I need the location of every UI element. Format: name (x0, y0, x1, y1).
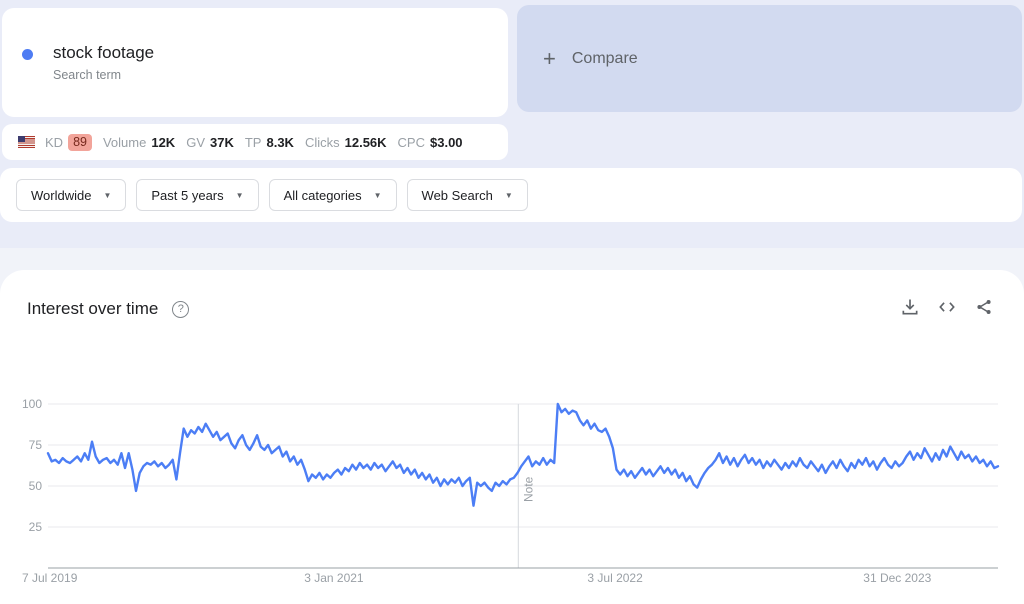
filter-dropdown-web-search[interactable]: Web Search ▼ (406, 179, 528, 211)
chart-actions (900, 297, 994, 317)
download-icon[interactable] (900, 297, 920, 317)
chart-title: Interest over time (27, 299, 159, 318)
interest-line-chart[interactable]: 25 50 75 100 Note 7 Jul 2019 3 Jan 2021 3 Jul 2… (0, 390, 1024, 604)
search-term-card[interactable]: stock footage Search term (2, 8, 508, 117)
plus-icon: + (543, 45, 556, 71)
filter-dropdown-worldwide[interactable]: Worldwide ▼ (16, 179, 127, 211)
google-trends-page: stock footage Search term + Compare KD 89… (0, 0, 1024, 604)
chevron-down-icon: ▼ (103, 190, 112, 200)
y-tick-label: 25 (29, 520, 43, 534)
chart-svg: 25 50 75 100 Note 7 Jul 2019 3 Jan 2021 3 Jul 2… (22, 397, 1000, 585)
metrics-items: KD 89 Volume 12K GV 37K TP 8.3K Clicks 12.56K CPC $… (45, 133, 474, 151)
filter-label: Past 5 years (151, 187, 224, 203)
search-term-title: stock footage (53, 43, 155, 62)
metric-label-kd: KD (45, 134, 64, 150)
kd-score-badge: 89 (68, 133, 92, 151)
metric-label-gv: GV (186, 134, 205, 150)
metric-value-gv: 37K (210, 134, 234, 150)
filter-label: All categories (283, 187, 362, 203)
metric-label-tp: TP (244, 134, 262, 150)
compare-button[interactable]: + Compare (517, 5, 1022, 112)
metric-value-volume: 12K (151, 134, 176, 150)
help-icon[interactable]: ? (172, 300, 190, 318)
chevron-down-icon: ▼ (373, 190, 382, 200)
keywords-everywhere-metrics-bar: KD 89 Volume 12K GV 37K TP 8.3K Clicks 12.56K CPC $… (2, 124, 508, 160)
interest-over-time-card: Interest over time ? 25 50 75 100 Note 7 Jul … (0, 270, 1024, 604)
compare-label: Compare (571, 49, 638, 67)
filter-label: Web Search (421, 187, 493, 203)
filter-bar: Worldwide ▼ Past 5 years ▼ All categories ▼ We… (0, 168, 1022, 222)
metric-label-volume: Volume (102, 134, 147, 150)
share-icon[interactable] (974, 297, 994, 317)
embed-icon[interactable] (937, 297, 957, 317)
series-color-dot (22, 49, 33, 60)
note-marker-label: Note (521, 476, 535, 502)
filter-label: Worldwide (31, 187, 92, 203)
y-tick-label: 75 (29, 438, 43, 452)
chevron-down-icon: ▼ (504, 190, 513, 200)
y-tick-label: 100 (22, 397, 42, 411)
x-tick-label: 7 Jul 2019 (22, 571, 78, 585)
filter-dropdown-past-5-years[interactable]: Past 5 years ▼ (136, 179, 259, 211)
metric-label-cpc: CPC (397, 134, 425, 150)
metric-value-cpc: $3.00 (430, 134, 463, 150)
chevron-down-icon: ▼ (235, 190, 244, 200)
us-flag-icon (18, 136, 35, 148)
metric-value-tp: 8.3K (266, 134, 294, 150)
search-term-text: stock footage Search term (53, 43, 154, 82)
x-tick-label: 31 Dec 2023 (863, 571, 931, 585)
chart-header: Interest over time ? (0, 270, 1024, 319)
metric-label-clicks: Clicks (304, 134, 340, 150)
filter-dropdown-all-categories[interactable]: All categories ▼ (268, 179, 397, 211)
y-tick-label: 50 (29, 479, 43, 493)
x-tick-label: 3 Jul 2022 (587, 571, 643, 585)
x-tick-label: 3 Jan 2021 (304, 571, 364, 585)
metric-value-clicks: 12.56K (344, 134, 387, 150)
search-term-subtitle: Search term (53, 68, 122, 82)
